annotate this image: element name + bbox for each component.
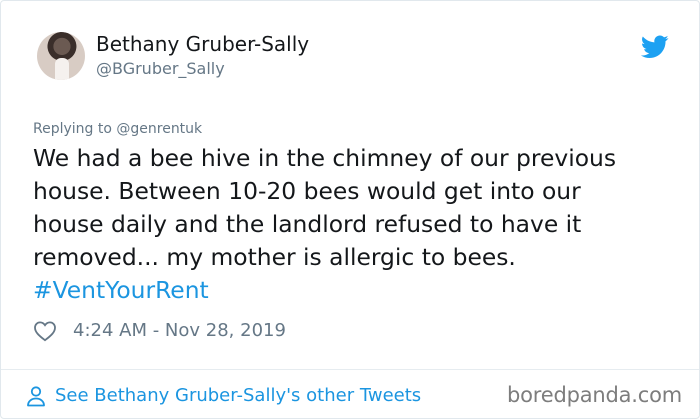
divider [1,369,699,370]
tweet-text: We had a bee hive in the chimney of our … [33,142,673,307]
timestamp[interactable]: 4:24 AM - Nov 28, 2019 [73,320,286,341]
twitter-bird-icon[interactable] [641,35,669,59]
watermark: boredpanda.com [507,383,683,407]
person-icon [27,386,45,407]
tweet-text-line: house daily and the landlord refused to … [33,210,582,238]
avatar[interactable] [37,32,85,80]
tweet-text-line: removed... my mother is allergic to bees… [33,243,516,271]
author-display-name[interactable]: Bethany Gruber-Sally [96,32,309,56]
tweet-text-line: house. Between 10-20 bees would get into… [33,177,581,205]
author-handle[interactable]: @BGruber_Sally [96,59,225,78]
replying-to[interactable]: Replying to @genrentuk [33,121,202,137]
see-other-tweets-label: See Bethany Gruber-Sally's other Tweets [55,385,422,406]
tweet-text-line: We had a bee hive in the chimney of our … [33,144,617,172]
avatar-figure [55,58,69,80]
tweet-card: Bethany Gruber-Sally @BGruber_Sally Repl… [0,0,700,419]
heart-icon[interactable] [33,320,57,342]
hashtag-link[interactable]: #VentYourRent [33,274,673,307]
